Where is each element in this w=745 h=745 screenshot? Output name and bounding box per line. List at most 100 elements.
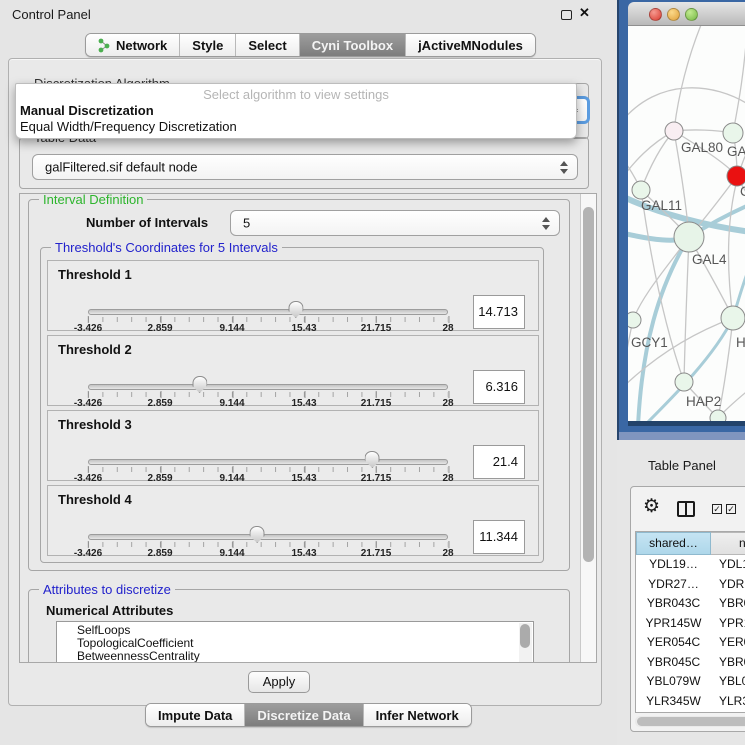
- table-panel: Table Panel shared… na YDL19… YDL19…: [617, 440, 745, 745]
- threshold-value-field[interactable]: 14.713: [473, 295, 525, 329]
- table-row[interactable]: YDR27… YDR27…: [636, 575, 745, 595]
- cell-shared-name[interactable]: YDR27…: [636, 575, 711, 595]
- cell-shared-name[interactable]: YER054C: [636, 633, 711, 653]
- list-scrollbar-thumb[interactable]: [520, 624, 530, 648]
- tick-label: 28: [442, 548, 453, 559]
- list-scrollbar[interactable]: [519, 623, 532, 662]
- tick-label: 2.859: [147, 473, 172, 484]
- minimize-traffic-light-icon[interactable]: [667, 8, 680, 21]
- cell-name[interactable]: YBL079W: [711, 672, 745, 692]
- thresholds-group-label: Threshold's Coordinates for 5 Intervals: [51, 240, 282, 255]
- svg-text:GAL4: GAL4: [692, 252, 727, 267]
- cell-name[interactable]: YLR345W: [711, 692, 745, 712]
- table-body: YDL19… YDL19… YDR27… YDR27… YBR043C YBR0…: [636, 555, 745, 713]
- columns-icon[interactable]: [677, 501, 695, 517]
- spinner-down-icon: [542, 225, 550, 230]
- table-row[interactable]: YLR345W YLR345W: [636, 692, 745, 712]
- tick-label: 21.715: [361, 398, 392, 409]
- list-item[interactable]: BetweennessCentrality: [57, 648, 533, 661]
- tick-label: 2.859: [147, 323, 172, 334]
- cell-shared-name[interactable]: YDL19…: [636, 555, 711, 575]
- settings-scrollbar[interactable]: [580, 194, 596, 662]
- table-data-combobox[interactable]: galFiltered.sif default node: [32, 154, 578, 180]
- threshold-label: Threshold 4: [58, 492, 132, 507]
- table-row[interactable]: YER054C YER054C: [636, 633, 745, 653]
- network-canvas[interactable]: GAL80GACGAL11GAL4GCY1HHAP2: [628, 26, 745, 421]
- gear-icon[interactable]: [643, 495, 660, 518]
- cell-shared-name[interactable]: YBL079W: [636, 672, 711, 692]
- apply-button[interactable]: Apply: [248, 671, 310, 693]
- threshold-label: Threshold 3: [58, 417, 132, 432]
- tab-impute-label: Impute Data: [158, 708, 232, 723]
- table-row[interactable]: YBL079W YBL079W: [636, 672, 745, 692]
- cell-name[interactable]: YBR045C: [711, 653, 745, 673]
- tick-label-row: -3.4262.8599.14415.4321.71528: [88, 301, 448, 335]
- svg-text:C: C: [740, 184, 745, 199]
- tab-infer-label: Infer Network: [376, 708, 459, 723]
- dropdown-item-equal-width[interactable]: Equal Width/Frequency Discretization: [16, 118, 576, 134]
- settings-scroll-area: Interval Definition Number of Intervals …: [19, 193, 597, 663]
- float-window-icon[interactable]: [561, 10, 572, 20]
- zoom-traffic-light-icon[interactable]: [685, 8, 698, 21]
- table-header-row: shared… na: [636, 532, 745, 555]
- network-canvas-svg: GAL80GACGAL11GAL4GCY1HHAP2: [628, 26, 745, 421]
- table-row[interactable]: YBR045C YBR045C: [636, 653, 745, 673]
- checkbox-icon[interactable]: [726, 504, 736, 514]
- checkbox-icon[interactable]: [712, 504, 722, 514]
- table-horizontal-scrollbar[interactable]: [635, 716, 745, 727]
- table-row[interactable]: YPR145W YPR145W: [636, 614, 745, 634]
- tick-label: 2.859: [147, 398, 172, 409]
- bottom-tab-bar: Impute Data Discretize Data Infer Networ…: [145, 703, 472, 727]
- tab-network[interactable]: Network: [86, 34, 180, 56]
- tab-infer-network[interactable]: Infer Network: [364, 704, 471, 726]
- spinner-down-icon: [560, 169, 568, 174]
- cell-shared-name[interactable]: YBR045C: [636, 653, 711, 673]
- column-header-name[interactable]: na: [711, 532, 745, 555]
- cell-name[interactable]: YPR145W: [711, 614, 745, 634]
- table-row[interactable]: YDL19… YDL19…: [636, 555, 745, 575]
- table-row[interactable]: YIL052C YIL052C: [636, 711, 745, 713]
- close-traffic-light-icon[interactable]: [649, 8, 662, 21]
- cell-name[interactable]: YDL19…: [711, 555, 745, 575]
- tab-jactivemnodules[interactable]: jActiveMNodules: [406, 34, 535, 56]
- number-of-intervals-combobox[interactable]: 5: [230, 210, 560, 236]
- app-root: Control Panel Network Style Select Cyni …: [0, 0, 745, 745]
- network-window-titlebar[interactable]: [628, 2, 745, 26]
- cell-name[interactable]: YER054C: [711, 633, 745, 653]
- column-header-shared-name[interactable]: shared…: [636, 532, 711, 555]
- spinner-up-icon: [560, 161, 568, 166]
- table-row[interactable]: YBR043C YBR043C: [636, 594, 745, 614]
- close-icon[interactable]: [579, 5, 590, 21]
- tab-discretize-data[interactable]: Discretize Data: [245, 704, 363, 726]
- cell-name[interactable]: YIL052C: [711, 711, 745, 713]
- cell-shared-name[interactable]: YPR145W: [636, 614, 711, 634]
- threshold-value-field[interactable]: 11.344: [473, 520, 525, 554]
- tab-jactive-label: jActiveMNodules: [418, 38, 523, 53]
- cell-shared-name[interactable]: YIL052C: [636, 711, 711, 713]
- list-item[interactable]: TopologicalCoefficient: [57, 635, 533, 648]
- numerical-attributes-list[interactable]: SelfLoopsTopologicalCoefficientBetweenne…: [56, 621, 534, 662]
- tick-label: 15.43: [291, 473, 316, 484]
- tab-cyni-toolbox[interactable]: Cyni Toolbox: [300, 34, 406, 56]
- list-item[interactable]: SelfLoops: [57, 622, 533, 635]
- table-panel-title: Table Panel: [648, 458, 716, 473]
- cell-name[interactable]: YDR27…: [711, 575, 745, 595]
- window-frame-edge: [628, 421, 745, 426]
- tab-style[interactable]: Style: [180, 34, 236, 56]
- tab-select[interactable]: Select: [236, 34, 299, 56]
- dropdown-item-manual[interactable]: Manual Discretization: [16, 102, 576, 118]
- svg-text:GAL80: GAL80: [681, 140, 723, 155]
- tick-label: 15.43: [291, 548, 316, 559]
- threshold-value-field[interactable]: 21.4: [473, 445, 525, 479]
- cell-shared-name[interactable]: YBR043C: [636, 594, 711, 614]
- threshold-label: Threshold 2: [58, 342, 132, 357]
- table-scrollbar-thumb[interactable]: [637, 717, 745, 726]
- cell-shared-name[interactable]: YLR345W: [636, 692, 711, 712]
- tick-label: 28: [442, 473, 453, 484]
- window-frame-edge: [619, 432, 745, 440]
- cell-name[interactable]: YBR043C: [711, 594, 745, 614]
- numerical-attributes-label: Numerical Attributes: [46, 603, 173, 618]
- tab-impute-data[interactable]: Impute Data: [146, 704, 245, 726]
- threshold-value-field[interactable]: 6.316: [473, 370, 525, 404]
- settings-scrollbar-thumb[interactable]: [583, 207, 594, 562]
